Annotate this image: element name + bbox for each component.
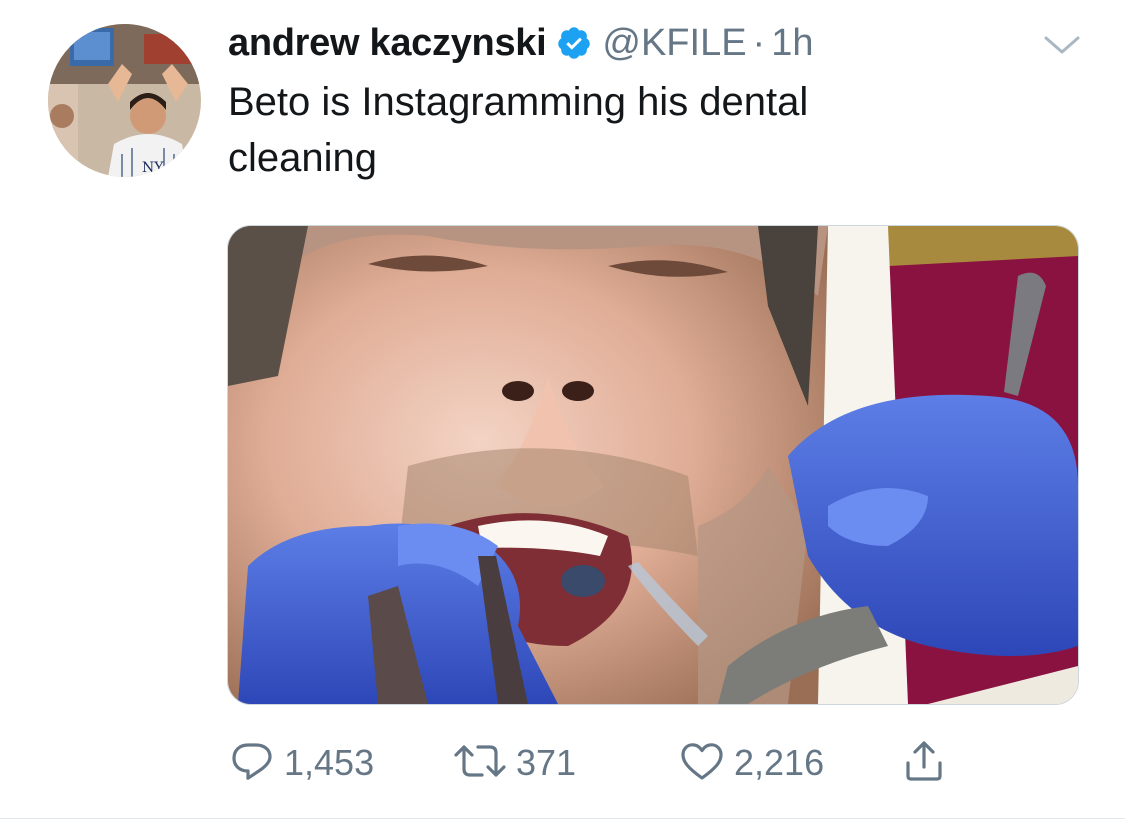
verified-badge-icon <box>556 25 592 61</box>
author-handle[interactable]: @KFILE <box>602 22 746 65</box>
tweet-card[interactable]: NY andrew kaczynski @KFILE · 1h Beto is … <box>0 0 1125 818</box>
reply-count: 1,453 <box>284 742 375 783</box>
avatar[interactable]: NY <box>48 24 201 177</box>
tweet-divider <box>0 818 1125 819</box>
retweet-count: 371 <box>516 742 577 783</box>
tweet-text: Beto is Instagramming his dental cleanin… <box>228 80 809 180</box>
tweet-header: andrew kaczynski @KFILE · 1h <box>228 18 813 68</box>
svg-text:NY: NY <box>142 160 164 176</box>
author-display-name[interactable]: andrew kaczynski <box>228 22 547 65</box>
reply-icon <box>228 737 276 790</box>
like-count: 2,216 <box>734 742 825 783</box>
media-video-thumbnail[interactable] <box>227 225 1079 705</box>
reply-button[interactable]: 1,453 <box>228 738 374 788</box>
retweet-button[interactable]: 371 <box>452 738 576 788</box>
share-button[interactable] <box>900 738 948 788</box>
retweet-icon <box>452 737 508 790</box>
tweet-timestamp[interactable]: 1h <box>771 22 813 65</box>
heart-icon <box>678 737 726 790</box>
share-icon <box>900 737 948 790</box>
video-frame-image <box>228 226 1078 704</box>
separator-dot: · <box>752 21 766 64</box>
avatar-image: NY <box>48 24 201 177</box>
like-button[interactable]: 2,216 <box>678 738 824 788</box>
tweet-actions: 1,453 371 2,216 <box>0 738 1125 788</box>
chevron-down-icon[interactable] <box>1040 28 1084 64</box>
